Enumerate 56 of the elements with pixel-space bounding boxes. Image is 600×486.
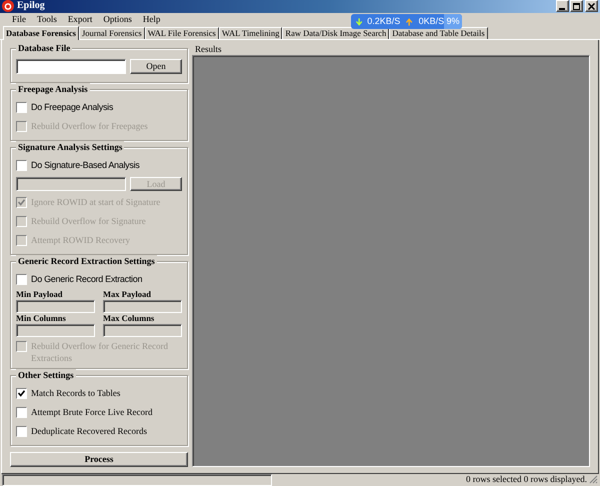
tab[interactable]: Database Forensics	[3, 26, 79, 40]
group-title: Other Settings	[16, 368, 76, 380]
usage-percent: 9%	[444, 14, 462, 29]
window-title: Epilog	[17, 0, 45, 12]
checkbox-label: Do Freepage Analysis	[31, 100, 114, 112]
checkbox-label: Rebuild Overflow for Generic Record Extractions	[31, 340, 169, 364]
checkbox-label: Ignore ROWID at start of Signature	[31, 196, 160, 208]
checkbox-label: Rebuild Overflow for Freepages	[31, 120, 148, 132]
results-title: Results	[195, 44, 223, 54]
process-button[interactable]: Process	[10, 452, 188, 466]
status-text: 0 rows selected 0 rows displayed.	[466, 474, 587, 486]
checkbox-label: Deduplicate Recovered Records	[31, 424, 147, 436]
menu-item[interactable]: Export	[68, 14, 92, 24]
checkbox-label: Do Signature-Based Analysis	[31, 158, 140, 170]
checkbox-label: Rebuild Overflow for Signature	[31, 214, 146, 226]
group-title: Signature Analysis Settings	[16, 140, 124, 152]
menu-item[interactable]: Help	[142, 14, 160, 24]
resize-grip-icon	[589, 475, 598, 484]
close-button[interactable]	[585, 0, 598, 12]
field-label: Max Payload	[103, 288, 152, 300]
checkbox[interactable]	[16, 426, 27, 436]
menu-item[interactable]: Options	[103, 14, 132, 24]
menu-item[interactable]: Tools	[37, 14, 57, 24]
checkbox-label: Attempt ROWID Recovery	[31, 234, 130, 246]
checkbox-label: Attempt Brute Force Live Record	[31, 406, 152, 418]
menu-item[interactable]: File	[12, 14, 26, 24]
up-arrow-icon	[406, 18, 413, 26]
checkbox[interactable]	[16, 274, 27, 284]
check-icon	[18, 390, 25, 396]
check-icon	[18, 198, 25, 206]
open-button[interactable]: Open	[130, 58, 182, 74]
close-icon	[588, 2, 595, 10]
checkbox[interactable]	[16, 160, 27, 170]
group-title: Database File	[16, 42, 72, 54]
checkbox[interactable]	[16, 102, 27, 112]
field-label: Max Columns	[103, 312, 156, 324]
checkbox-label: Do Generic Record Extraction	[31, 272, 142, 284]
field-label: Min Columns	[16, 312, 67, 324]
group-title: Freepage Analysis	[16, 82, 90, 94]
checkbox[interactable]	[16, 388, 27, 398]
download-speed: 0.2KB/S	[367, 14, 400, 28]
maximize-icon	[573, 2, 580, 10]
minimize-button[interactable]	[556, 0, 569, 12]
upload-speed: 0KB/S	[418, 14, 444, 28]
tab[interactable]: WAL File Forensics	[144, 26, 219, 38]
checkbox[interactable]	[16, 406, 27, 418]
field-label: Min Payload	[16, 288, 64, 300]
tab[interactable]: Journal Forensics	[78, 26, 145, 38]
checkbox-label: Match Records to Tables	[31, 386, 120, 398]
down-arrow-icon	[356, 18, 362, 26]
maximize-button[interactable]	[570, 0, 583, 12]
tab[interactable]: Raw Data/Disk Image Search	[282, 26, 390, 38]
app-logo-icon	[2, 0, 14, 12]
group-title: Generic Record Extraction Settings	[16, 254, 157, 266]
tab[interactable]: WAL Timelining	[218, 26, 282, 38]
database-file-field[interactable]	[16, 58, 126, 74]
